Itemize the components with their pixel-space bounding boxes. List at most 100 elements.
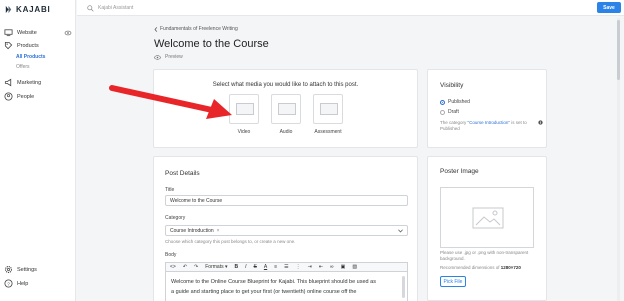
media-label-audio: Audio [279,129,293,135]
bold-icon[interactable]: B [235,264,239,270]
visibility-note: The category "Course Introduction" is se… [440,120,544,132]
image-icon[interactable]: ▨ [352,264,357,270]
info-icon[interactable] [538,120,543,125]
sidebar-item-all-products[interactable]: All Products [16,54,45,60]
sidebar-item-website[interactable]: Website [0,28,76,37]
bullet-list-icon[interactable]: ☰ [284,264,288,270]
text-color-icon[interactable]: A [264,264,267,270]
media-icon[interactable]: ▣ [341,264,346,270]
body-label: Body [165,252,177,258]
megaphone-icon [4,78,12,87]
media-option-audio[interactable] [271,94,301,124]
search-placeholder: Kajabi Assistant [98,5,134,11]
media-label-assessment: Assessment [314,129,342,135]
top-bar: Kajabi Assistant Save [77,0,624,16]
body-line: a guide and starting place to get your f… [171,289,357,295]
search-icon [87,4,94,12]
eye-icon[interactable] [64,30,72,36]
body-editor[interactable]: Welcome to the Online Course Blueprint f… [165,272,408,301]
breadcrumb-label: Fundamentals of Freelence Writing [160,26,238,32]
sidebar-item-people[interactable]: People [0,92,76,101]
category-value: Course Introduction [170,227,214,234]
page-title: Welcome to the Course [154,38,269,50]
formats-dropdown[interactable]: Formats ▾ [205,264,227,270]
audio-icon [278,103,296,115]
radio-button[interactable] [440,99,445,105]
strikethrough-icon[interactable]: S [254,264,257,270]
breadcrumb[interactable]: Fundamentals of Freelence Writing [154,26,238,32]
radio-label: Published [448,99,470,105]
poster-dropzone[interactable] [440,187,534,248]
category-select[interactable]: Course Introduction × [165,225,408,236]
undo-icon[interactable]: ↶ [183,264,187,270]
page-scrollbar[interactable] [617,18,620,301]
sidebar-item-label: People [17,93,35,100]
sidebar: KAJABI Website Products All Products Off… [0,0,76,301]
radio-label: Draft [448,109,459,115]
outdent-icon[interactable]: ⇤ [319,264,323,270]
person-icon [4,92,13,101]
eye-icon [154,54,161,60]
category-help: Choose which category this post belongs … [165,239,296,244]
editor-scrollbar[interactable] [402,276,405,298]
body-line: Welcome to the Online Course Blueprint f… [171,279,376,285]
preview-label: Preview [165,54,183,60]
align-icon[interactable]: ≡ [274,264,277,270]
dims-prefix: Recommended dimensions of [440,265,501,270]
title-label: Title [165,187,175,193]
tag-icon [4,41,13,50]
video-icon [236,103,254,115]
save-button[interactable]: Save [597,2,621,13]
numbered-list-icon[interactable]: ⋮ [296,264,301,270]
editor-toolbar: <> ↶ ↷ Formats ▾ B I S A ≡ ☰ ⋮ ⇥ ⇤ ∞ ▣ ▨ [165,262,408,272]
link-icon[interactable]: ∞ [330,264,334,270]
indent-icon[interactable]: ⇥ [308,264,312,270]
sidebar-item-products[interactable]: Products [0,41,76,50]
poster-dimensions: Recommended dimensions of 1280×720 [440,265,540,271]
sidebar-item-label: Help [17,280,29,287]
visibility-card: Visibility Published Draft The category … [427,69,547,148]
chevron-down-icon [398,229,403,233]
note-link[interactable]: "Course Introduction" [468,120,510,125]
italic-icon[interactable]: I [245,264,246,270]
poster-image-card: Poster Image Please use .jpg or .png wit… [427,156,547,301]
clear-icon[interactable]: × [217,228,220,234]
sidebar-item-help[interactable]: ? Help [0,279,76,288]
redo-icon[interactable]: ↷ [194,264,198,270]
media-label-video: Video [237,129,251,135]
sidebar-item-settings[interactable]: Settings [0,265,76,274]
post-details-content: Post Details Title Welcome to the Course… [153,156,418,301]
kajabi-logo[interactable]: KAJABI [4,4,51,14]
sidebar-item-offers[interactable]: Offers [16,64,30,70]
radio-draft[interactable]: Draft [440,109,459,115]
poster-help: Please use .jpg or .png with non-transpa… [440,250,529,261]
media-option-assessment[interactable] [313,94,343,124]
red-arrow-annotation [109,85,232,119]
image-placeholder-icon [472,207,504,229]
radio-button[interactable] [440,109,445,115]
kajabi-logo-icon [5,5,12,13]
preview-link[interactable]: Preview [154,54,183,60]
gear-icon [4,265,13,274]
radio-published[interactable]: Published [440,99,470,105]
dims-value: 1280×720 [500,265,521,270]
search-input[interactable]: Kajabi Assistant [87,3,133,13]
poster-title: Poster Image [440,168,479,175]
sidebar-item-label: Website [17,29,37,36]
post-details-title: Post Details [165,170,200,177]
sidebar-item-marketing[interactable]: Marketing [0,78,76,87]
pick-file-button[interactable]: Pick File [440,276,466,287]
note-prefix: The category [440,120,468,125]
sidebar-item-label: Settings [17,266,37,273]
visibility-title: Visibility [440,82,464,89]
sidebar-item-label: Marketing [17,79,42,86]
sidebar-item-label: Products [17,42,39,49]
logo-text: KAJABI [16,4,51,14]
formats-label: Formats [205,264,224,270]
chevron-left-icon [154,26,158,32]
title-input[interactable]: Welcome to the Course [165,195,408,206]
svg-text:?: ? [7,281,10,286]
help-icon: ? [4,279,13,288]
category-label: Category [165,215,186,221]
code-view-icon[interactable]: <> [170,264,176,270]
